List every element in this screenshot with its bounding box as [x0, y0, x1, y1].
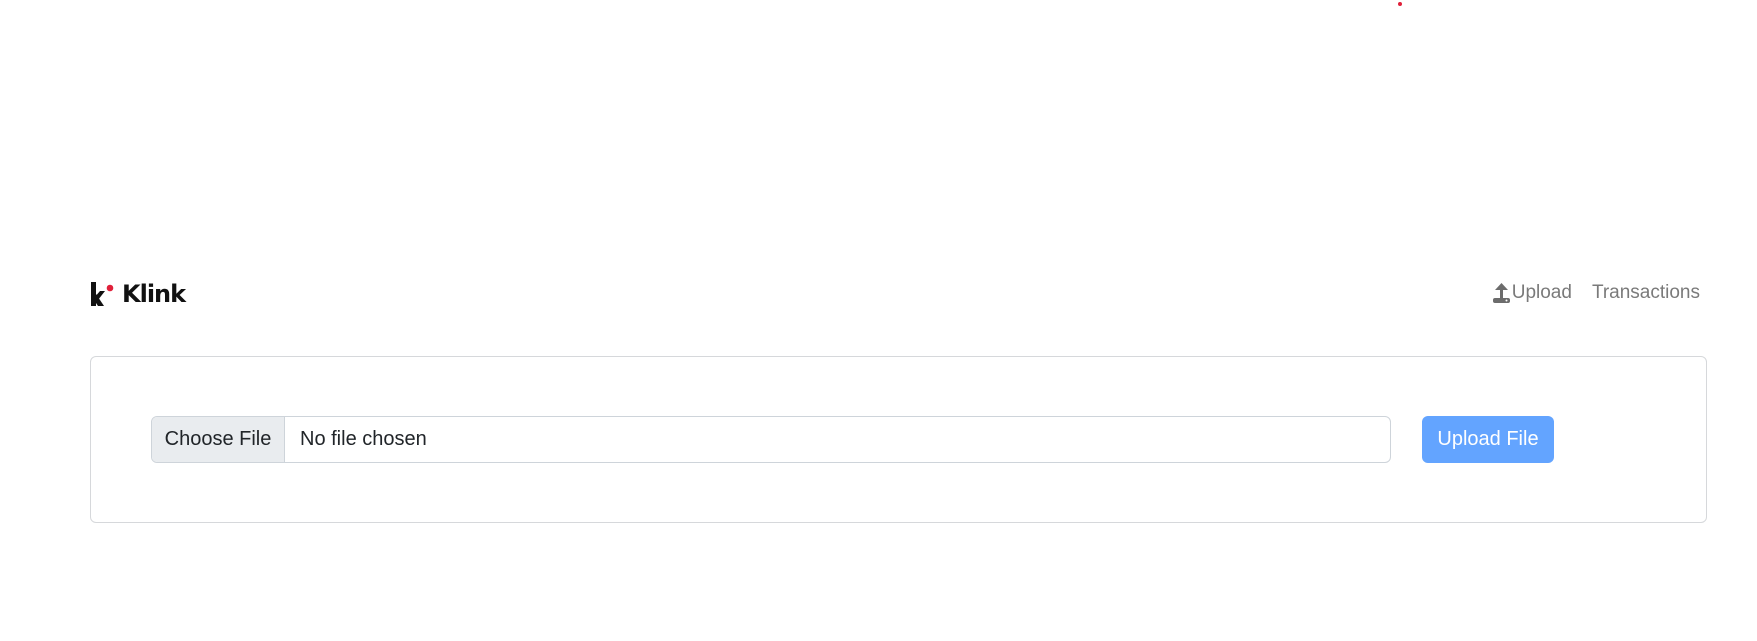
file-status-text: No file chosen	[300, 428, 427, 450]
nav-upload-label: Upload	[1511, 282, 1572, 303]
main-nav: Upload Transactions	[1491, 282, 1700, 304]
file-input[interactable]: Choose File No file chosen	[151, 416, 1391, 463]
upload-card: Choose File No file chosen Upload File	[90, 356, 1707, 523]
nav-transactions-label: Transactions	[1591, 282, 1700, 303]
klink-logo-icon	[91, 282, 114, 306]
choose-file-button[interactable]: Choose File	[152, 417, 285, 462]
red-dot-marker	[1398, 2, 1402, 6]
upload-icon	[1492, 283, 1510, 303]
upload-file-button[interactable]: Upload File	[1422, 416, 1554, 463]
brand-logo[interactable]: Klink	[90, 280, 186, 308]
navbar: Klink Upload Transactions	[90, 278, 1700, 314]
brand-name: Klink	[122, 280, 186, 308]
nav-transactions-link[interactable]: Transactions	[1592, 282, 1700, 304]
nav-upload-link[interactable]: Upload	[1491, 282, 1572, 304]
